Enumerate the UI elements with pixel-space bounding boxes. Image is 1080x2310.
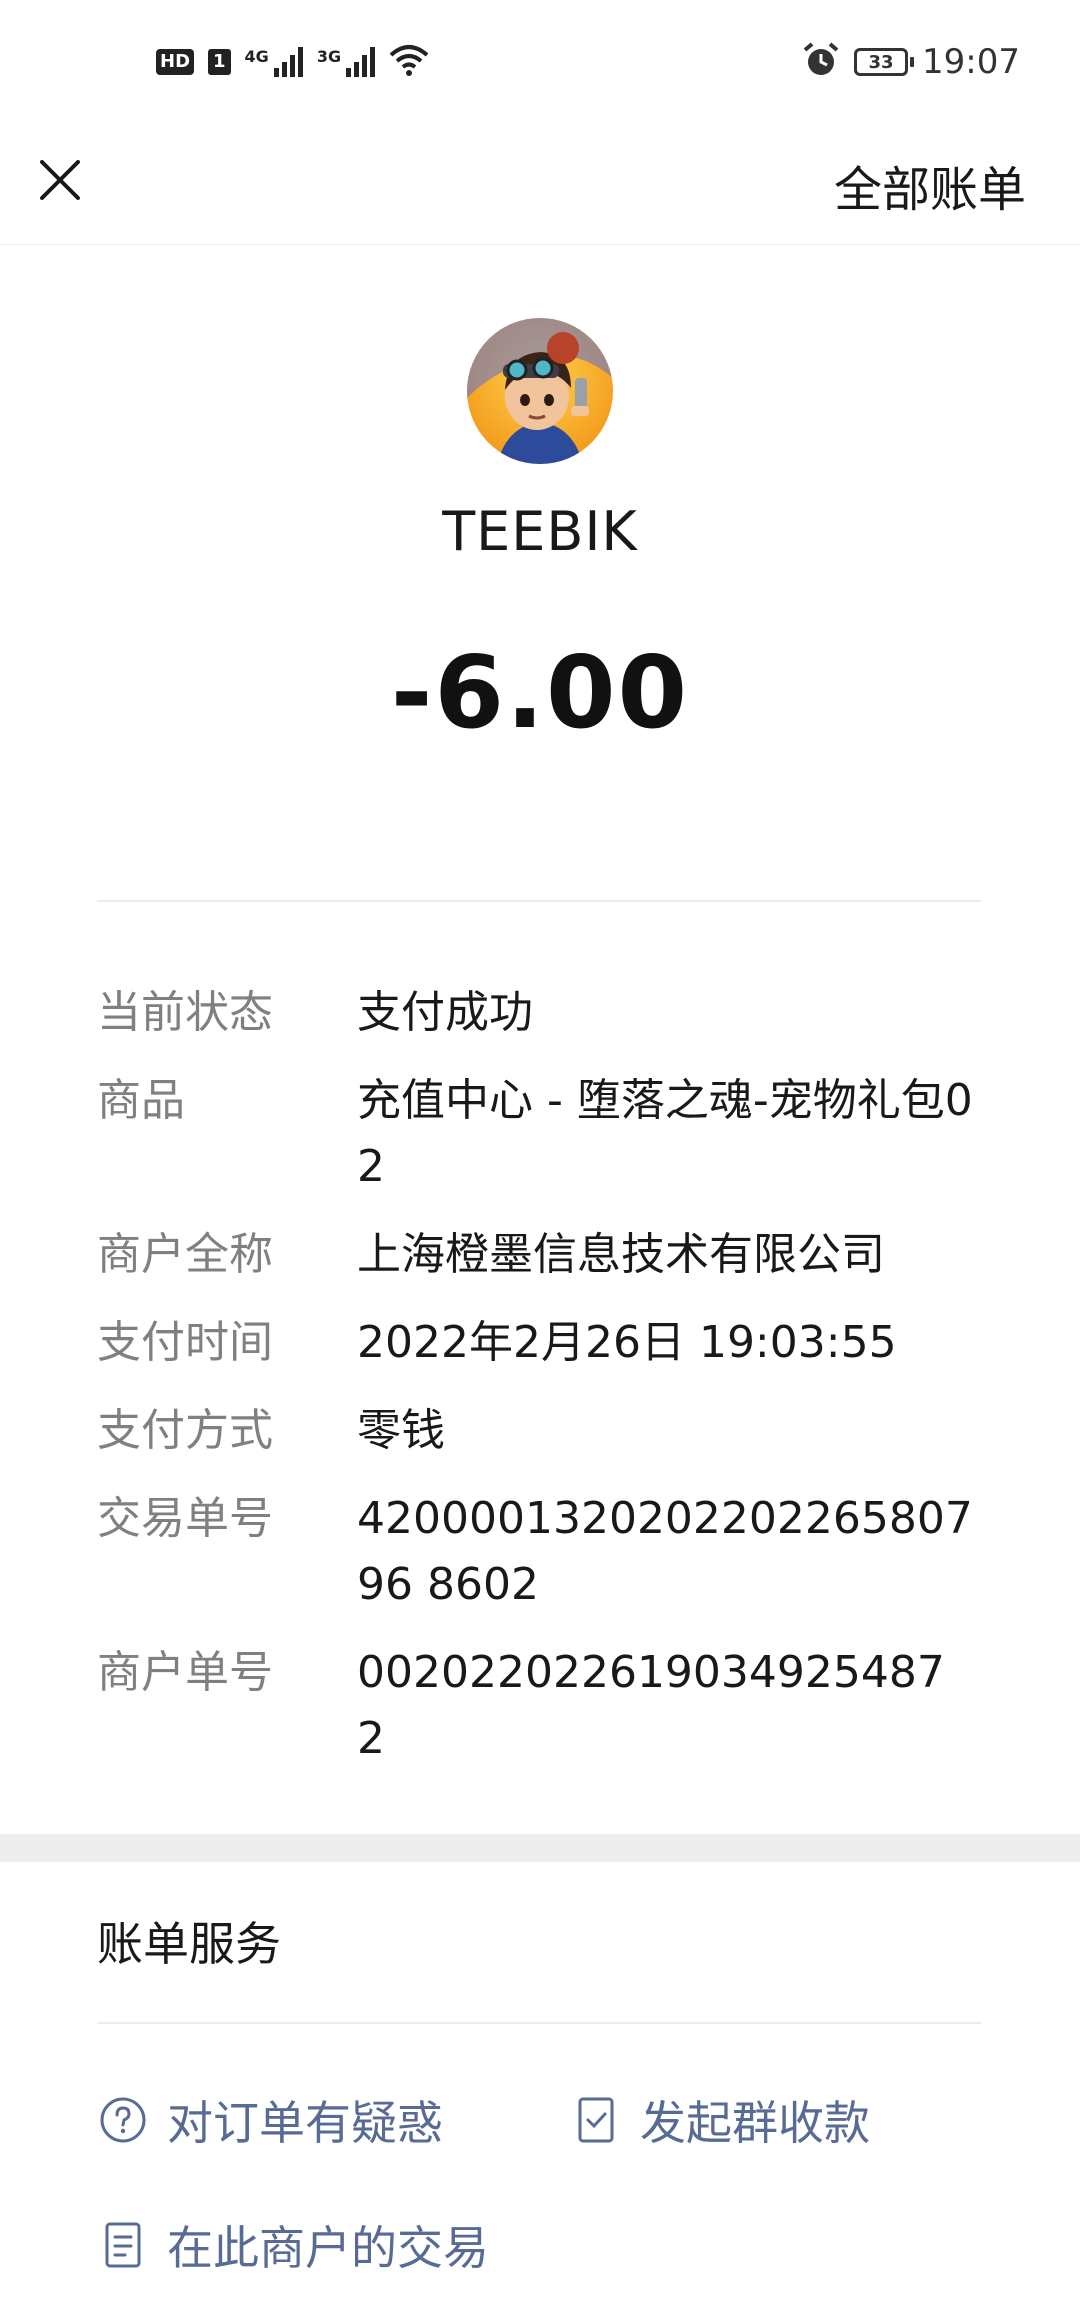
- merchant-transactions-label: 在此商户的交易: [167, 2221, 489, 2275]
- merchant-transactions-link[interactable]: 在此商户的交易: [97, 2212, 489, 2278]
- battery-icon: 33: [854, 48, 915, 76]
- payment-amount: -6.00: [390, 634, 690, 751]
- services-divider: [97, 2022, 981, 2024]
- top-navigation: 全部账单: [0, 120, 1080, 245]
- status-bar: HD 1 4G 3G 33 19:07: [0, 0, 1080, 120]
- detail-label: 商户全称: [97, 1229, 273, 1280]
- detail-value: 充值中心 - 堕落之魂-宠物礼包02: [357, 1075, 973, 1192]
- detail-row-time: 支付时间 2022年2月26日 19:03:55: [97, 1310, 981, 1376]
- section-separator: [0, 1834, 1080, 1862]
- close-icon: [40, 160, 80, 200]
- status-left: HD 1 4G 3G: [156, 40, 429, 84]
- signal-3g-icon: 3G: [316, 47, 376, 77]
- detail-row-transaction-id: 交易单号 420000132020220226580796 8602: [97, 1486, 981, 1618]
- hd-indicator: HD: [156, 49, 195, 75]
- detail-row-method: 支付方式 零钱: [97, 1398, 981, 1464]
- amount-divider: [97, 900, 981, 902]
- question-circle-icon: [97, 2094, 149, 2146]
- wifi-icon: [389, 43, 429, 81]
- group-collect-link[interactable]: 发起群收款: [570, 2087, 870, 2153]
- detail-value: 零钱: [357, 1405, 445, 1456]
- all-bills-link[interactable]: 全部账单: [834, 150, 1026, 220]
- merchant-name: TEEBIK: [442, 500, 638, 563]
- detail-value[interactable]: 420000132020220226580796 8602: [357, 1486, 981, 1618]
- close-button[interactable]: [28, 148, 92, 212]
- detail-row-status: 当前状态 支付成功: [97, 980, 981, 1046]
- group-collect-label: 发起群收款: [640, 2096, 870, 2150]
- status-time: 19:07: [922, 42, 1020, 82]
- alarm-icon: [802, 41, 840, 83]
- detail-value: 支付成功: [357, 987, 533, 1038]
- order-question-link[interactable]: 对订单有疑惑: [97, 2087, 443, 2153]
- detail-value: 2022年2月26日 19:03:55: [357, 1317, 897, 1368]
- payment-details: 当前状态 支付成功 商品 充值中心 - 堕落之魂-宠物礼包02 商户全称 上海橙…: [97, 980, 981, 1794]
- battery-level: 33: [868, 51, 894, 73]
- bill-services-title: 账单服务: [97, 1917, 281, 1971]
- net2-label: 3G: [316, 47, 342, 66]
- signal-4g-icon: 4G: [245, 47, 303, 77]
- document-list-icon: [97, 2219, 149, 2271]
- detail-row-merchant: 商户全称 上海橙墨信息技术有限公司: [97, 1222, 981, 1288]
- detail-row-product: 商品 充值中心 - 堕落之魂-宠物礼包02: [97, 1068, 981, 1200]
- detail-value[interactable]: 002022022619034925487 2: [357, 1640, 981, 1772]
- detail-label: 商户单号: [97, 1647, 273, 1698]
- sim-indicator: 1: [208, 49, 231, 75]
- document-check-icon: [570, 2094, 622, 2146]
- detail-label: 当前状态: [97, 987, 273, 1038]
- detail-value: 上海橙墨信息技术有限公司: [357, 1229, 885, 1280]
- status-right: 33 19:07: [802, 38, 1020, 86]
- order-question-label: 对订单有疑惑: [167, 2096, 443, 2150]
- detail-label: 商品: [97, 1075, 185, 1126]
- detail-row-merchant-order-id: 商户单号 002022022619034925487 2: [97, 1640, 981, 1772]
- net1-label: 4G: [244, 47, 269, 66]
- detail-label: 支付时间: [97, 1317, 273, 1368]
- detail-label: 支付方式: [97, 1405, 273, 1456]
- detail-label: 交易单号: [97, 1493, 273, 1544]
- merchant-avatar: [467, 318, 613, 464]
